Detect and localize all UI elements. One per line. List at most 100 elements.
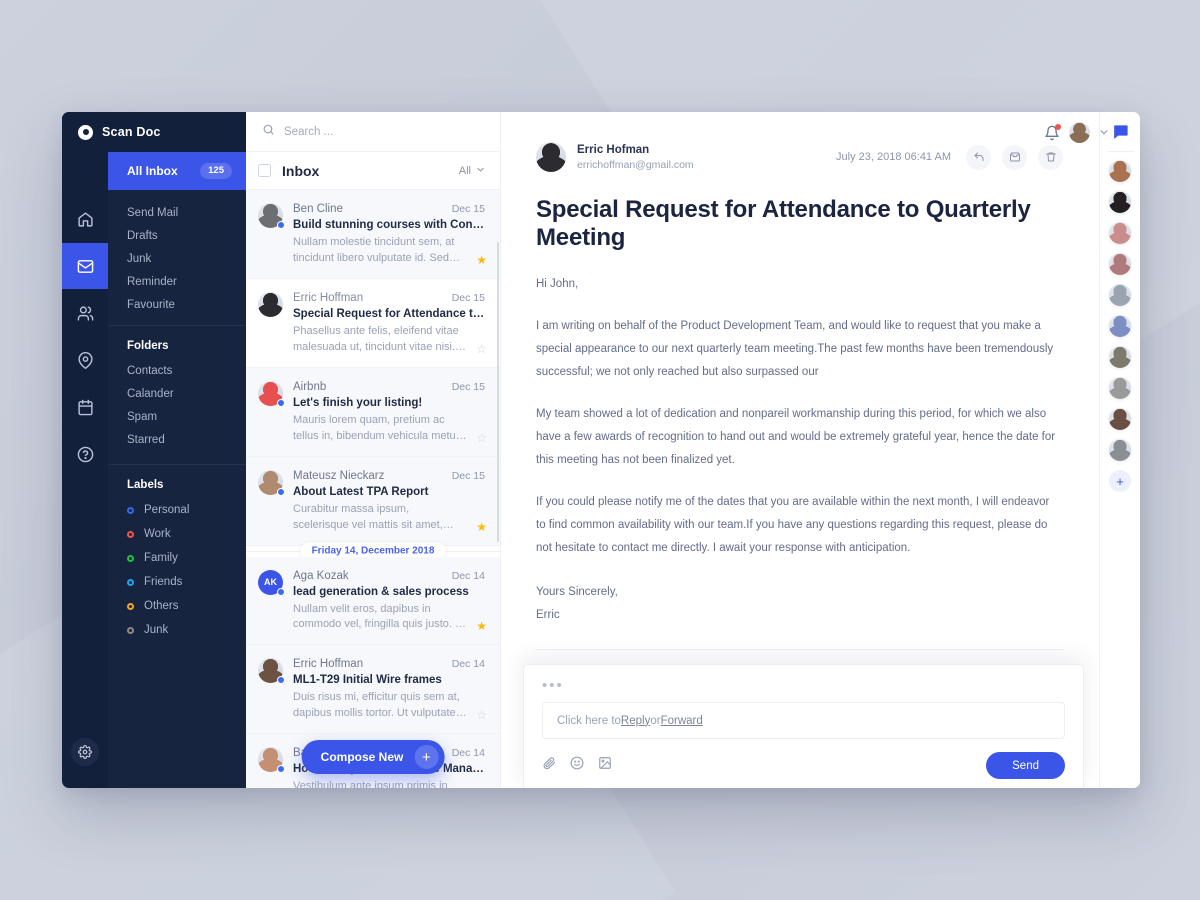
email-paragraph: Hi John,: [536, 278, 579, 290]
label-list: Personal Work Family Friends Others Junk: [108, 498, 246, 642]
sidebar-mail-items: Send Mail Drafts Junk Reminder Favourite: [108, 190, 246, 325]
sidebar-item-calander[interactable]: Calander: [108, 382, 246, 405]
sidebar-item-all-inbox[interactable]: All Inbox 125: [108, 152, 246, 190]
email-paragraph: If you could please notify me of the dat…: [536, 496, 1050, 554]
star-icon[interactable]: ☆: [476, 342, 487, 356]
star-icon[interactable]: ★: [476, 619, 487, 633]
label-text: Others: [144, 600, 179, 612]
rail-item-home[interactable]: [62, 196, 108, 242]
sidebar-item-reminder[interactable]: Reminder: [108, 270, 246, 293]
sidebar-item-send-mail[interactable]: Send Mail: [108, 201, 246, 224]
select-all-checkbox[interactable]: [258, 164, 271, 177]
chevron-down-icon[interactable]: [1099, 124, 1109, 142]
label-item-friends[interactable]: Friends: [108, 570, 246, 594]
contact-avatar[interactable]: [1109, 439, 1131, 461]
email-list-item[interactable]: Ben Cline Dec 15 Build stunning courses wi…: [246, 190, 500, 279]
rail-item-mail[interactable]: [62, 243, 108, 289]
bell-icon[interactable]: [1044, 123, 1061, 141]
unread-dot-icon: [277, 221, 285, 229]
email-sender: Erric Hoffman: [293, 658, 364, 671]
sidebar-item-starred[interactable]: Starred: [108, 428, 246, 451]
reply-input[interactable]: Click here to Reply or Forward: [542, 702, 1065, 739]
contact-avatar[interactable]: [1109, 377, 1131, 399]
list-scrollbar[interactable]: [496, 242, 499, 542]
sidebar-item-favourite[interactable]: Favourite: [108, 293, 246, 316]
list-title: Inbox: [282, 162, 320, 179]
star-icon[interactable]: ☆: [476, 708, 487, 722]
sender-avatar: [258, 291, 283, 317]
insert-image-icon[interactable]: [598, 756, 612, 775]
email-signoff: Yours Sincerely,: [536, 586, 618, 598]
contact-avatar[interactable]: [1109, 284, 1131, 306]
attachment-icon[interactable]: [542, 756, 556, 775]
contact-avatar[interactable]: [1109, 408, 1131, 430]
sidebar-item-spam[interactable]: Spam: [108, 405, 246, 428]
email-date: Dec 15: [451, 469, 485, 482]
email-preview: Phasellus ante felis, eleifend vitae mal…: [293, 324, 459, 353]
email-list-item[interactable]: Airbnb Dec 15 Let's finish your listing! Ma…: [246, 367, 500, 457]
rail-item-location[interactable]: [62, 337, 108, 383]
rail-item-contacts[interactable]: [62, 290, 108, 336]
email-list-item[interactable]: AK Aga Kozak Dec 14 lead generation & sales…: [246, 556, 500, 646]
star-icon[interactable]: ☆: [476, 431, 487, 445]
sidebar-item-drafts[interactable]: Drafts: [108, 224, 246, 247]
sender-avatar: [258, 747, 285, 774]
email-paragraph: My team showed a lot of dedication and n…: [536, 408, 1056, 466]
chat-bubble-icon[interactable]: [1111, 123, 1130, 142]
contact-avatar[interactable]: [1109, 315, 1131, 337]
trash-icon[interactable]: [1038, 144, 1063, 170]
email-date: July 23, 2018 06:41 AM: [836, 151, 951, 163]
sidebar-item-junk[interactable]: Junk: [108, 247, 246, 270]
reply-link[interactable]: Reply: [621, 715, 650, 727]
sender-identity: Erric Hofman errichoffman@gmail.com: [577, 144, 694, 171]
sidebar-folder-items: Contacts Calander Spam Starred: [108, 359, 246, 451]
email-sender: Mateusz Nieckarz: [293, 469, 385, 482]
contact-avatar[interactable]: [1109, 222, 1131, 244]
reply-icon[interactable]: [966, 144, 991, 170]
label-item-junk[interactable]: Junk: [108, 618, 246, 642]
rail-item-help[interactable]: [62, 431, 108, 477]
contact-avatar[interactable]: [1109, 160, 1131, 182]
email-sender: Airbnb: [293, 380, 327, 393]
contact-avatar[interactable]: [1109, 191, 1131, 213]
ellipsis-icon[interactable]: •••: [542, 676, 1065, 702]
compose-new-button[interactable]: Compose New +: [301, 740, 445, 774]
email-preview: Curabitur massa ipsum, scelerisque vel m…: [293, 502, 443, 531]
brand-name: Scan Doc: [102, 125, 161, 139]
email-summary: Aga Kozak Dec 14 lead generation & sales p…: [293, 570, 485, 634]
archive-icon[interactable]: [1002, 144, 1027, 170]
forward-link[interactable]: Forward: [661, 715, 703, 727]
contact-avatar[interactable]: [1109, 253, 1131, 275]
plus-icon: +: [414, 745, 439, 769]
send-button[interactable]: Send: [986, 752, 1065, 779]
rail-item-calendar[interactable]: [62, 384, 108, 430]
label-item-family[interactable]: Family: [108, 546, 246, 570]
emoji-icon[interactable]: [570, 756, 584, 775]
star-icon[interactable]: ★: [476, 520, 487, 534]
email-preview: Nullam velit eros, dapibus in commodo ve…: [293, 602, 465, 631]
email-list-item[interactable]: Mateusz Nieckarz Dec 15 About Latest TPA R…: [246, 456, 500, 546]
list-filter-dropdown[interactable]: All: [459, 165, 485, 177]
settings-gear-button[interactable]: [71, 738, 99, 766]
email-preview: Duis risus mi, efficitur quis sem at, da…: [293, 691, 460, 720]
label-item-personal[interactable]: Personal: [108, 498, 246, 522]
email-subject: Build stunning courses with Content...: [293, 219, 485, 231]
reply-prompt-middle: or: [650, 714, 661, 727]
label-color-dot-icon: [127, 506, 134, 514]
email-list-item[interactable]: Erric Hoffman Dec 14 ML1-T29 Initial Wire …: [246, 645, 500, 735]
label-item-work[interactable]: Work: [108, 522, 246, 546]
labels-heading: Labels: [127, 479, 164, 491]
label-item-others[interactable]: Others: [108, 594, 246, 618]
email-date: Dec 15: [451, 291, 485, 304]
contact-avatar[interactable]: [1109, 346, 1131, 368]
sidebar-item-contacts[interactable]: Contacts: [108, 359, 246, 382]
email-list-item[interactable]: Erric Hoffman Dec 15 Special Request for A…: [246, 279, 500, 368]
search-input[interactable]: [284, 125, 484, 138]
avatar[interactable]: [1069, 122, 1090, 143]
star-icon[interactable]: ★: [476, 253, 487, 267]
unread-dot-icon: [277, 587, 285, 596]
sender-email: errichoffman@gmail.com: [577, 158, 694, 171]
divider: [1106, 151, 1134, 152]
add-contact-button[interactable]: +: [1109, 470, 1131, 492]
email-preview: Vestibulum ante ipsum primis in faucibus…: [293, 780, 448, 788]
